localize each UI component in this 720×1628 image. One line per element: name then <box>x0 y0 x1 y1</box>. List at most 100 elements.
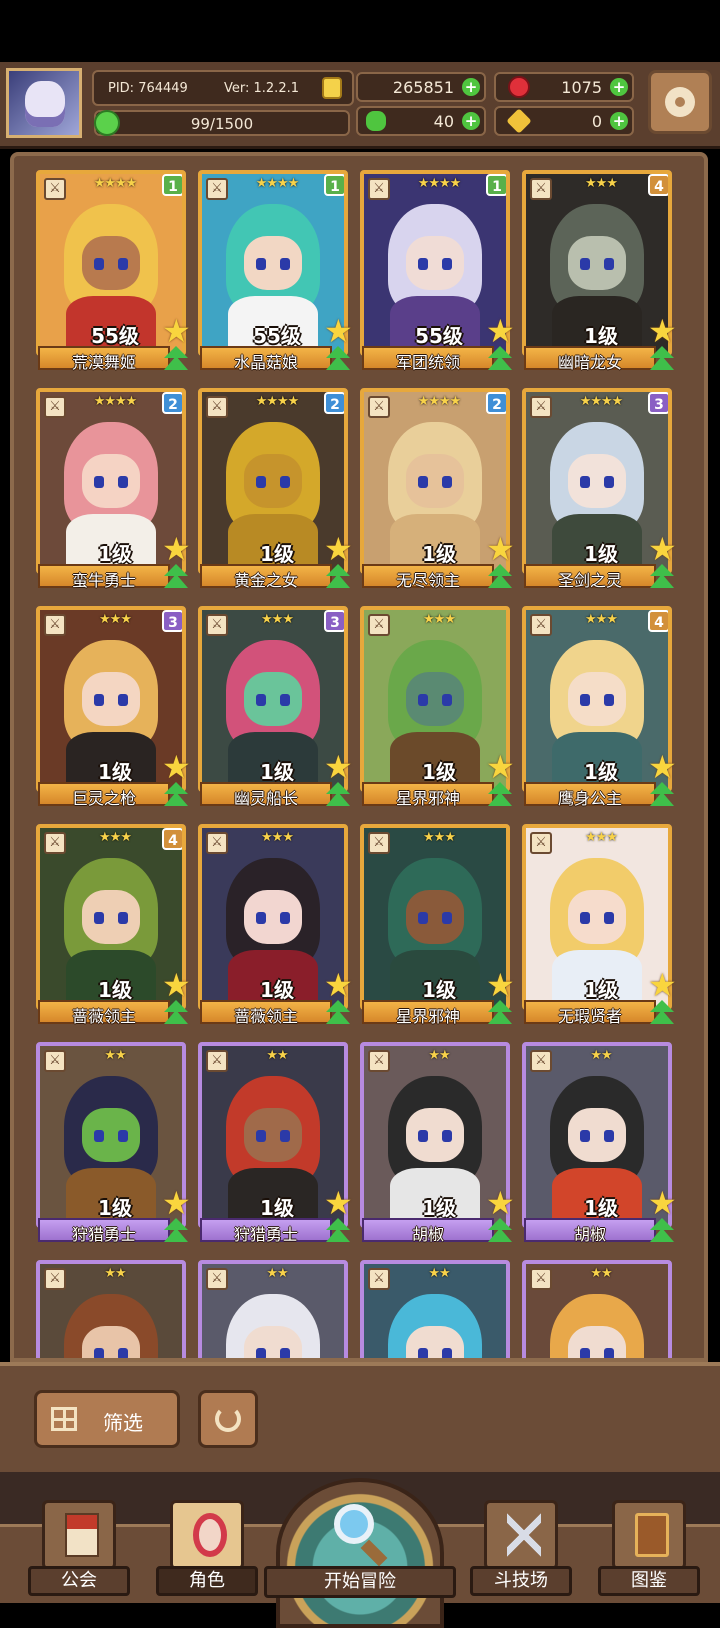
portrait-eye <box>94 476 104 488</box>
nav-arena[interactable]: 斗技场 <box>470 1500 572 1600</box>
character-card[interactable]: ⚔ ★★ <box>198 1260 348 1358</box>
portrait-face <box>244 890 302 944</box>
rank-badge: 2 <box>162 392 182 414</box>
character-name: 荒漠舞姬 <box>71 353 136 372</box>
character-card[interactable]: ⚔ ★★★ 3 1级 巨灵之枪 ★ <box>36 606 191 808</box>
rarity-stars: ★★★★ <box>93 394 138 409</box>
character-name: 蔷薇领主 <box>233 1007 298 1026</box>
portrait-eye <box>118 912 128 924</box>
character-card[interactable]: ⚔ ★★ 1级 胡椒 ★ <box>522 1042 677 1244</box>
character-card[interactable]: ⚔ ★★★ 3 1级 幽灵船长 ★ <box>198 606 353 808</box>
character-card[interactable]: ⚔ ★★★ 4 1级 幽暗龙女 ★ <box>522 170 677 372</box>
portrait-eye <box>280 476 290 488</box>
level-up-arrow-icon <box>486 782 514 810</box>
character-card[interactable]: ⚔ ★★★★ 2 1级 无尽领主 ★ <box>360 388 515 590</box>
portrait-eye <box>442 694 452 706</box>
character-card[interactable]: ⚔ ★★★★ 1 55级 军团统领 ★ <box>360 170 515 372</box>
clover-resource: 40 + <box>356 106 486 136</box>
portrait-eye <box>94 258 104 270</box>
portrait-eye <box>418 1130 428 1142</box>
character-card[interactable]: ⚔ ★★★ 4 1级 蔷薇领主 ★ <box>36 824 191 1026</box>
character-card[interactable]: ⚔ ★★★★ 2 1级 黄金之女 ★ <box>198 388 353 590</box>
rank-badge: 1 <box>324 174 344 196</box>
character-card[interactable]: ⚔ ★★★ 1级 星界邪神 ★ <box>360 606 515 808</box>
star-upgrade-icon: ★ <box>324 312 353 350</box>
character-card[interactable]: ⚔ ★★★ 1级 无瑕贤者 ★ <box>522 824 677 1026</box>
star-upgrade-icon: ★ <box>162 748 191 786</box>
level-up-arrow-icon <box>648 1218 676 1246</box>
character-card[interactable]: ⚔ ★★ 1级 狩猎勇士 ★ <box>36 1042 191 1244</box>
experience-bar: 99/1500 <box>94 110 350 136</box>
level-up-arrow-icon <box>324 1218 352 1246</box>
rank-badge: 3 <box>162 610 182 632</box>
character-card[interactable]: ⚔ ★★★★ 1 55级 荒漠舞姬 ★ <box>36 170 191 372</box>
character-card[interactable]: ⚔ ★★ <box>360 1260 510 1358</box>
character-portrait <box>368 1286 502 1358</box>
class-type-icon: ⚔ <box>44 832 66 854</box>
character-card[interactable]: ⚔ ★★ <box>36 1260 186 1358</box>
portrait-eye <box>280 1130 290 1142</box>
portrait-eye <box>118 476 128 488</box>
portrait-face <box>406 236 464 290</box>
character-card[interactable]: ⚔ ★★★ 1级 星界邪神 ★ <box>360 824 515 1026</box>
portrait-eye <box>256 912 266 924</box>
portrait-eye <box>280 694 290 706</box>
portrait-eye <box>604 912 614 924</box>
nav-start-adventure[interactable]: 开始冒险 <box>264 1478 456 1628</box>
portrait-face <box>406 672 464 726</box>
portrait-eye <box>118 258 128 270</box>
portrait-eye <box>442 1348 452 1358</box>
add-gem-button[interactable]: + <box>610 78 628 96</box>
add-gold-button[interactable]: + <box>462 78 480 96</box>
level-up-arrow-icon <box>162 346 190 374</box>
portrait-eye <box>256 258 266 270</box>
rarity-stars: ★★★ <box>261 612 294 627</box>
refresh-icon <box>215 1406 241 1432</box>
character-card[interactable]: ⚔ ★★★★ 1 55级 水晶菇娘 ★ <box>198 170 353 372</box>
portrait-eye <box>580 476 590 488</box>
character-name: 无尽领主 <box>395 571 460 590</box>
star-upgrade-icon: ★ <box>486 1184 515 1222</box>
gold-resource: 265851 + <box>356 72 486 102</box>
nav-arena-frame <box>484 1500 558 1570</box>
add-clover-button[interactable]: + <box>462 112 480 130</box>
character-card[interactable]: ⚔ ★★★★ 3 1级 圣剑之灵 ★ <box>522 388 677 590</box>
rarity-stars: ★★ <box>590 1266 612 1281</box>
player-avatar[interactable] <box>6 68 82 138</box>
level-up-arrow-icon <box>162 1000 190 1028</box>
filter-button[interactable]: 筛选 <box>34 1390 180 1448</box>
nav-guild[interactable]: 公会 <box>28 1500 130 1600</box>
nav-character[interactable]: 角色 <box>156 1500 258 1600</box>
name-bar: 幽暗龙女 <box>524 346 656 372</box>
character-card[interactable]: ⚔ ★★★ 1级 蔷薇领主 ★ <box>198 824 353 1026</box>
character-card[interactable]: ⚔ ★★ 1级 狩猎勇士 ★ <box>198 1042 353 1244</box>
clover-value: 40 <box>433 112 454 131</box>
star-upgrade-icon: ★ <box>162 530 191 568</box>
rarity-stars: ★★ <box>104 1048 126 1063</box>
settings-button[interactable] <box>648 70 712 134</box>
portrait-eye <box>580 1348 590 1358</box>
name-bar: 胡椒 <box>524 1218 656 1244</box>
character-card[interactable]: ⚔ ★★★★ 2 1级 蛮牛勇士 ★ <box>36 388 191 590</box>
add-key-button[interactable]: + <box>610 112 628 130</box>
character-name: 星界邪神 <box>395 789 460 808</box>
character-list-panel[interactable]: ⚔ ★★★★ 1 55级 荒漠舞姬 ★ ⚔ ★★★★ 1 55级 水晶菇娘 ★ ⚔ ★★★★ 1 55级 军团统… <box>10 152 708 1362</box>
nav-codex[interactable]: 图鉴 <box>598 1500 700 1600</box>
portrait-face <box>568 1326 626 1358</box>
class-type-icon: ⚔ <box>206 178 228 200</box>
character-card[interactable]: ⚔ ★★ <box>522 1260 672 1358</box>
reset-button[interactable] <box>198 1390 258 1448</box>
name-bar: 幽灵船长 <box>200 782 332 808</box>
rarity-stars: ★★ <box>266 1266 288 1281</box>
character-card[interactable]: ⚔ ★★ 1级 胡椒 ★ <box>360 1042 515 1244</box>
name-bar: 胡椒 <box>362 1218 494 1244</box>
card-frame: ⚔ ★★ <box>36 1260 186 1358</box>
rarity-stars: ★★★ <box>585 830 618 845</box>
rarity-stars: ★★★ <box>585 612 618 627</box>
name-bar: 星界邪神 <box>362 1000 494 1026</box>
character-card[interactable]: ⚔ ★★★ 4 1级 鹰身公主 ★ <box>522 606 677 808</box>
portrait-face <box>568 454 626 508</box>
rarity-stars: ★★★ <box>585 176 618 191</box>
portrait-face <box>82 890 140 944</box>
star-upgrade-icon: ★ <box>648 966 677 1004</box>
